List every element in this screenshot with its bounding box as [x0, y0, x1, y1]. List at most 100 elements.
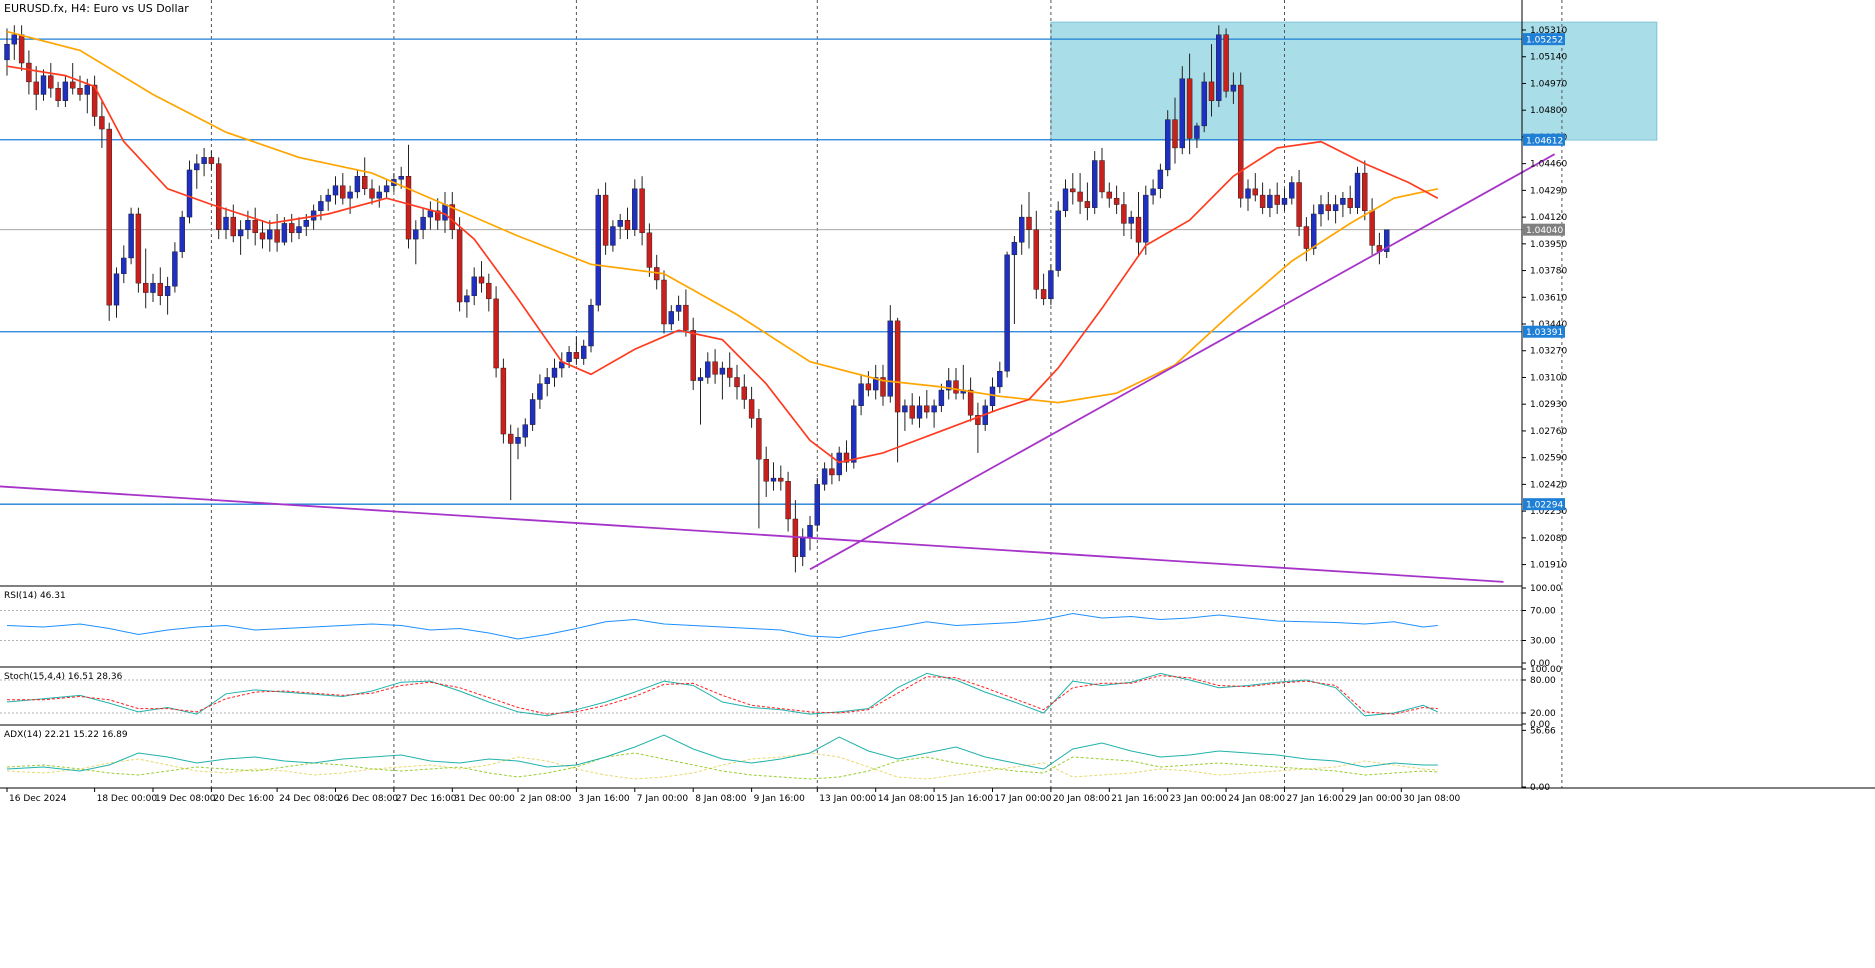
bull-candle [376, 191, 382, 199]
bull-candle [1318, 204, 1324, 215]
bull-candle [938, 389, 945, 406]
bear-candle [135, 213, 142, 284]
bull-candle [179, 216, 185, 252]
time-tick-label: 19 Dec 08:00 [155, 794, 216, 804]
level-price-label: 1.04612 [1526, 136, 1563, 146]
price-tick-label: 1.05140 [1530, 53, 1567, 63]
bear-candle [1362, 172, 1368, 212]
bull-candle [420, 216, 426, 230]
bear-candle [274, 229, 280, 243]
bull-candle [1310, 213, 1317, 249]
bull-candle [383, 185, 390, 193]
bull-candle [821, 468, 828, 485]
bear-candle [1296, 182, 1302, 227]
bear-candle [486, 282, 492, 300]
bull-candle [807, 525, 813, 539]
symbol-title: EURUSD.fx, H4: Euro vs US Dollar [4, 2, 189, 15]
bull-candle [529, 399, 536, 425]
bull-candle [332, 185, 339, 196]
bear-candle [1084, 201, 1091, 208]
time-tick-label: 7 Jan 00:00 [637, 794, 689, 804]
bear-candle [924, 405, 930, 413]
bull-candle [398, 176, 404, 180]
bull-candle [1332, 204, 1339, 212]
price-tick-label: 1.04120 [1530, 213, 1567, 223]
bull-candle [172, 251, 178, 287]
bear-candle [573, 352, 580, 359]
price-tick-label: 1.03610 [1530, 293, 1567, 303]
time-tick-label: 16 Dec 2024 [9, 794, 67, 804]
bull-candle [1055, 210, 1061, 271]
bear-candle [639, 188, 645, 234]
bull-candle [1048, 270, 1054, 300]
bear-candle [712, 361, 718, 375]
bull-candle [1157, 169, 1164, 190]
bull-candle [150, 282, 156, 293]
time-tick-label: 8 Jan 08:00 [695, 794, 747, 804]
bull-candle [595, 194, 601, 306]
level-price-label: 1.03391 [1526, 328, 1563, 338]
bull-candle [902, 405, 908, 413]
bear-candle [289, 223, 295, 234]
bear-candle [1040, 289, 1047, 300]
bear-candle [1347, 198, 1353, 208]
bear-candle [778, 477, 784, 482]
bull-candle [1143, 194, 1149, 243]
bear-candle [1223, 34, 1229, 92]
bull-candle [836, 452, 842, 476]
bear-candle [1121, 204, 1127, 224]
level-price-label: 1.02294 [1526, 501, 1563, 511]
bull-candle [770, 477, 777, 482]
bear-candle [1259, 194, 1266, 208]
bear-candle [1077, 191, 1083, 202]
bull-candle [887, 320, 893, 397]
bull-candle [515, 437, 521, 444]
bear-candle [1208, 81, 1215, 101]
bear-candle [967, 389, 974, 416]
time-tick-label: 15 Jan 16:00 [936, 794, 993, 804]
bull-candle [347, 191, 353, 199]
indicator-tick-label: 20.00 [1530, 709, 1556, 719]
stoch-label: Stoch(15,4,4) 16.51 28.36 [4, 672, 123, 682]
bull-candle [121, 257, 127, 274]
bear-candle [77, 87, 83, 95]
bear-candle [748, 399, 755, 419]
time-tick-label: 20 Dec 16:00 [213, 794, 274, 804]
time-tick-label: 3 Jan 16:00 [578, 794, 630, 804]
bull-candle [551, 367, 558, 378]
bear-candle [157, 282, 164, 296]
time-tick-label: 20 Jan 08:00 [1053, 794, 1110, 804]
bull-candle [668, 311, 674, 325]
bear-candle [1026, 216, 1032, 230]
price-tick-label: 1.04800 [1530, 106, 1567, 116]
bull-candle [1019, 216, 1025, 243]
price-tick-label: 1.04290 [1530, 186, 1567, 196]
bull-candle [442, 204, 448, 221]
price-tick-label: 1.04460 [1530, 160, 1567, 170]
price-tick-label: 1.01910 [1530, 561, 1567, 571]
bull-candle [1164, 119, 1171, 171]
price-tick-label: 1.03950 [1530, 240, 1567, 250]
bear-candle [1099, 160, 1105, 193]
bear-candle [741, 386, 747, 400]
bull-candle [617, 220, 623, 227]
bull-candle [325, 194, 331, 202]
bull-candle [1201, 81, 1207, 127]
bull-candle [1179, 78, 1186, 149]
bull-candle [931, 405, 937, 413]
time-tick-label: 27 Jan 16:00 [1287, 794, 1344, 804]
bear-candle [208, 157, 215, 164]
bear-candle [1135, 216, 1142, 243]
bull-candle [113, 273, 120, 306]
bull-candle [62, 81, 69, 101]
bull-candle [1340, 198, 1346, 205]
bull-candle [989, 386, 996, 406]
time-tick-label: 31 Dec 00:00 [454, 794, 515, 804]
price-tick-label: 1.03780 [1530, 267, 1567, 277]
bull-candle [1216, 34, 1222, 101]
price-tick-label: 1.02080 [1530, 534, 1567, 544]
bull-candle [281, 223, 288, 243]
bull-candle [471, 276, 477, 296]
bear-candle [1033, 229, 1040, 290]
indicator-tick-label: 80.00 [1530, 676, 1556, 686]
